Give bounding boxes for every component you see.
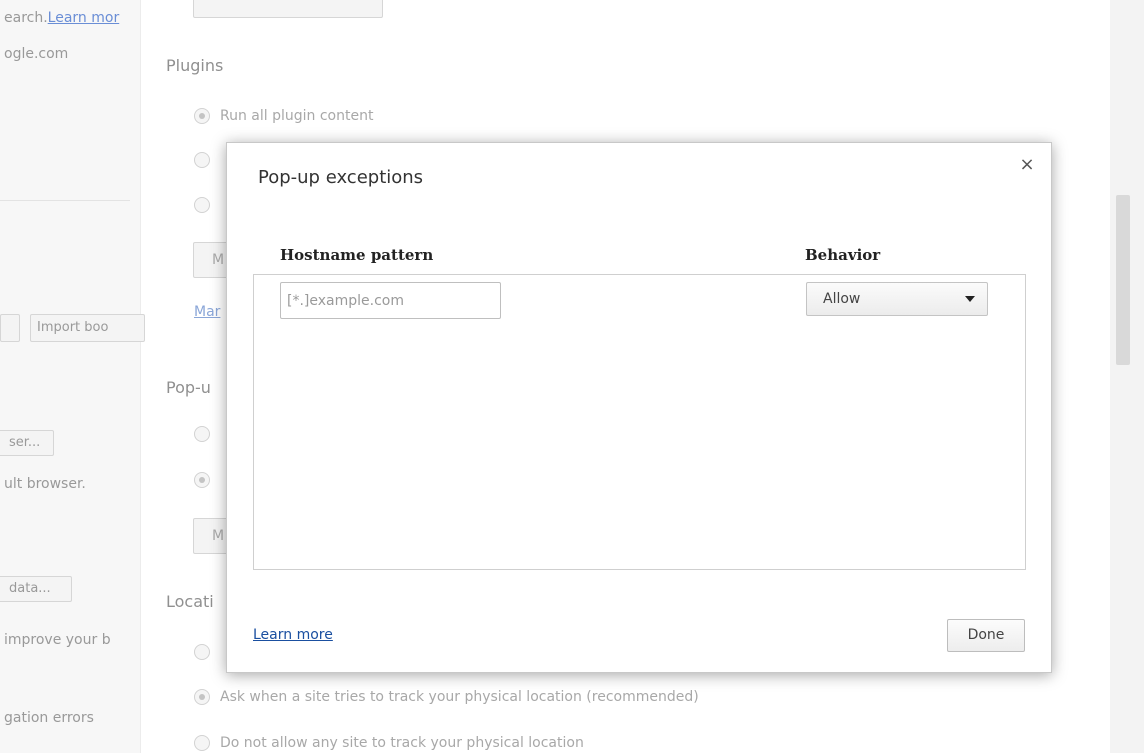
clear-data-button-partial[interactable]: data... — [0, 576, 72, 602]
behavior-column-header: Behavior — [805, 246, 881, 264]
plugins-run-all-label: Run all plugin content — [220, 108, 374, 124]
left-text-search-label: earch. — [4, 10, 48, 26]
scrollbar-thumb[interactable] — [1116, 195, 1130, 365]
dialog-title: Pop-up exceptions — [258, 167, 424, 188]
exceptions-list: Allow — [253, 274, 1026, 570]
plugins-run-all-option[interactable]: Run all plugin content — [194, 106, 373, 126]
left-divider — [0, 200, 130, 201]
radio-icon[interactable] — [194, 426, 210, 442]
radio-icon[interactable] — [194, 152, 210, 168]
default-browser-text: ult browser. — [4, 476, 86, 492]
behavior-select-value: Allow — [823, 291, 861, 307]
settings-page: earch.Learn mor ogle.com Import boo ser.… — [0, 0, 1144, 753]
location-section-title: Locati — [166, 592, 214, 611]
radio-checked-icon[interactable] — [194, 472, 210, 488]
learn-more-link[interactable]: Learn more — [253, 627, 333, 643]
left-button-partial[interactable] — [0, 314, 20, 342]
popup-exceptions-dialog: Pop-up exceptions × Hostname pattern Beh… — [226, 142, 1052, 673]
location-ask-option[interactable]: Ask when a site tries to track your phys… — [194, 687, 699, 707]
left-text-google: ogle.com — [4, 46, 69, 62]
radio-checked-icon[interactable] — [194, 108, 210, 124]
radio-icon[interactable] — [194, 644, 210, 660]
location-deny-label: Do not allow any site to track your phys… — [220, 735, 584, 751]
scrollbar-track[interactable] — [1110, 0, 1144, 753]
location-option-1[interactable] — [194, 642, 220, 662]
radio-checked-icon[interactable] — [194, 689, 210, 705]
location-ask-label: Ask when a site tries to track your phys… — [220, 689, 699, 705]
popups-section-title: Pop-u — [166, 378, 211, 397]
left-text-search: earch.Learn mor — [4, 10, 119, 26]
left-panel: earch.Learn mor ogle.com Import boo ser.… — [0, 0, 145, 753]
hostname-column-header: Hostname pattern — [280, 246, 434, 264]
caret-down-icon — [965, 296, 975, 302]
close-icon[interactable]: × — [1017, 155, 1037, 175]
navigation-errors-text: gation errors — [4, 710, 94, 726]
radio-icon[interactable] — [194, 735, 210, 751]
plugins-option-2[interactable] — [194, 150, 220, 170]
import-bookmarks-button[interactable]: Import boo — [30, 314, 145, 342]
behavior-select[interactable]: Allow — [806, 282, 988, 316]
top-button-partial[interactable] — [193, 0, 383, 18]
location-deny-option[interactable]: Do not allow any site to track your phys… — [194, 733, 584, 753]
improve-text: improve your b — [4, 632, 111, 648]
plugins-option-3[interactable] — [194, 195, 220, 215]
popups-option-2[interactable] — [194, 470, 220, 490]
left-learn-more-link[interactable]: Learn mor — [48, 10, 120, 26]
radio-icon[interactable] — [194, 197, 210, 213]
plugins-manage-link-partial[interactable]: Mar — [194, 304, 220, 320]
done-button[interactable]: Done — [947, 619, 1025, 652]
browser-button-partial[interactable]: ser... — [0, 430, 54, 456]
popups-option-1[interactable] — [194, 424, 220, 444]
plugins-section-title: Plugins — [166, 56, 224, 75]
hostname-pattern-input[interactable] — [280, 282, 501, 319]
